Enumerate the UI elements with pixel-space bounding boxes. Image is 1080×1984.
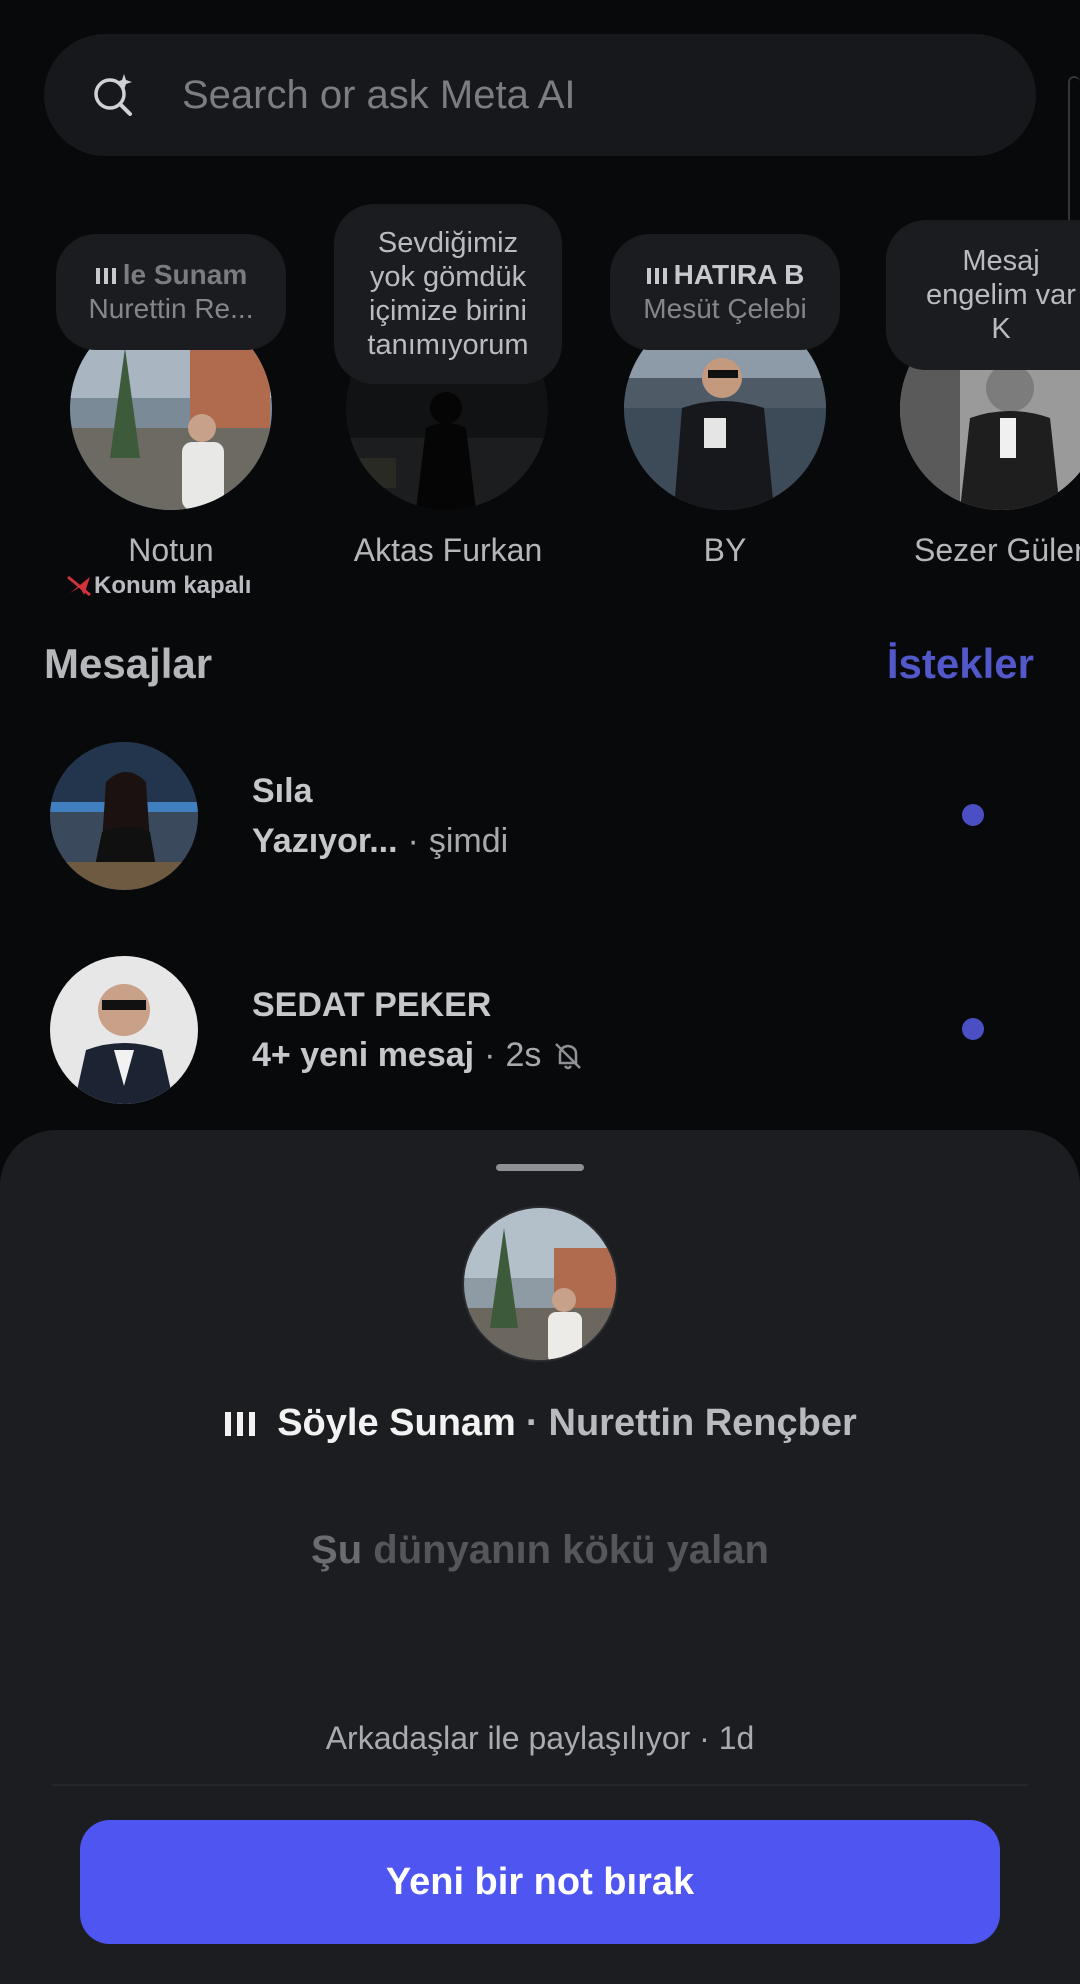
share-audience: Arkadaşlar ile paylaşılıyor · 1d	[325, 1720, 755, 1756]
note-music-title: HATIRA B	[673, 259, 805, 290]
note-text-line: engelim var	[926, 279, 1076, 311]
thread-name: Sıla	[252, 772, 313, 810]
note-artist: Nurettin Re...	[88, 293, 254, 324]
note-text-line: K	[991, 313, 1011, 345]
meta-ai-search-icon	[94, 74, 132, 116]
note-text-line: içimize birini	[369, 295, 527, 327]
note-name: Aktas Furkan	[353, 532, 543, 568]
leave-new-note-button[interactable]: Yeni bir not bırak	[80, 1820, 1000, 1944]
search-bar[interactable]: Search or ask Meta AI	[44, 34, 1036, 156]
lyric-rest: dünyanın kökü yalan	[373, 1528, 769, 1572]
note-artist: Mesüt Çelebi	[643, 293, 807, 324]
note-name: Notun	[128, 532, 214, 568]
thread-status: Yazıyor...	[252, 822, 398, 860]
requests-link[interactable]: İstekler	[887, 640, 1034, 688]
messages-title: Mesajlar	[44, 640, 213, 687]
music-bars-icon	[95, 268, 116, 284]
separator: ·	[407, 822, 419, 860]
note-bubble[interactable]: Mesaj engelim var K	[886, 220, 1080, 370]
note-bottom-sheet: Söyle Sunam · Nurettin Rençber Şu dünyan…	[0, 1130, 1080, 1984]
unread-dot	[962, 1018, 984, 1040]
thread-subtitle: 4+ yeni mesaj · 2s	[252, 1036, 585, 1075]
note-text-line: tanımıyorum	[367, 329, 529, 361]
thread-time: 2s	[505, 1036, 542, 1074]
separator: ·	[484, 1036, 496, 1074]
music-bars-icon	[225, 1411, 256, 1436]
thread-row-sedat-peker[interactable]: SEDAT PEKER 4+ yeni mesaj · 2s	[50, 956, 1040, 1106]
song-artist: Nurettin Rençber	[548, 1402, 857, 1444]
avatar	[462, 1206, 618, 1362]
note-bubble[interactable]: Sevdiğimiz yok gömdük içimize birini tan…	[334, 204, 562, 384]
thread-row-sila[interactable]: Sıla Yazıyor... · şimdi	[50, 742, 1040, 892]
location-status-text: Konum kapalı	[94, 572, 252, 599]
note-name: BY	[703, 532, 747, 568]
note-text-line: Mesaj	[962, 245, 1040, 277]
song-lyric: Şu dünyanın kökü yalan	[0, 1528, 1080, 1573]
thread-time: şimdi	[428, 822, 509, 860]
location-status: Konum kapalı	[66, 572, 251, 600]
drag-handle[interactable]	[496, 1164, 584, 1171]
avatar	[50, 742, 198, 890]
thread-name: SEDAT PEKER	[252, 986, 492, 1024]
note-name: Sezer Güler	[914, 532, 1080, 568]
separator: ·	[525, 1402, 539, 1444]
song-info[interactable]: Söyle Sunam · Nurettin Rençber	[0, 1402, 1080, 1445]
note-bubble[interactable]: HATIRA B Mesüt Çelebi	[610, 234, 840, 350]
location-off-icon	[67, 575, 91, 597]
thread-subtitle: Yazıyor... · şimdi	[252, 822, 508, 861]
muted-bell-icon	[555, 1042, 582, 1069]
song-title: Söyle Sunam	[277, 1402, 516, 1444]
music-bars-icon	[646, 268, 667, 284]
note-music-title: le Sunam	[122, 259, 248, 290]
unread-dot	[962, 804, 984, 826]
lyric-highlight: Şu	[311, 1528, 363, 1572]
search-placeholder: Search or ask Meta AI	[182, 72, 576, 117]
avatar	[50, 956, 198, 1104]
divider	[52, 1784, 1028, 1786]
note-text-line: Sevdiğimiz	[377, 227, 519, 259]
note-text-line: yok gömdük	[369, 261, 527, 293]
thread-status: 4+ yeni mesaj	[252, 1036, 475, 1074]
note-bubble[interactable]: le Sunam Nurettin Re...	[56, 234, 286, 350]
